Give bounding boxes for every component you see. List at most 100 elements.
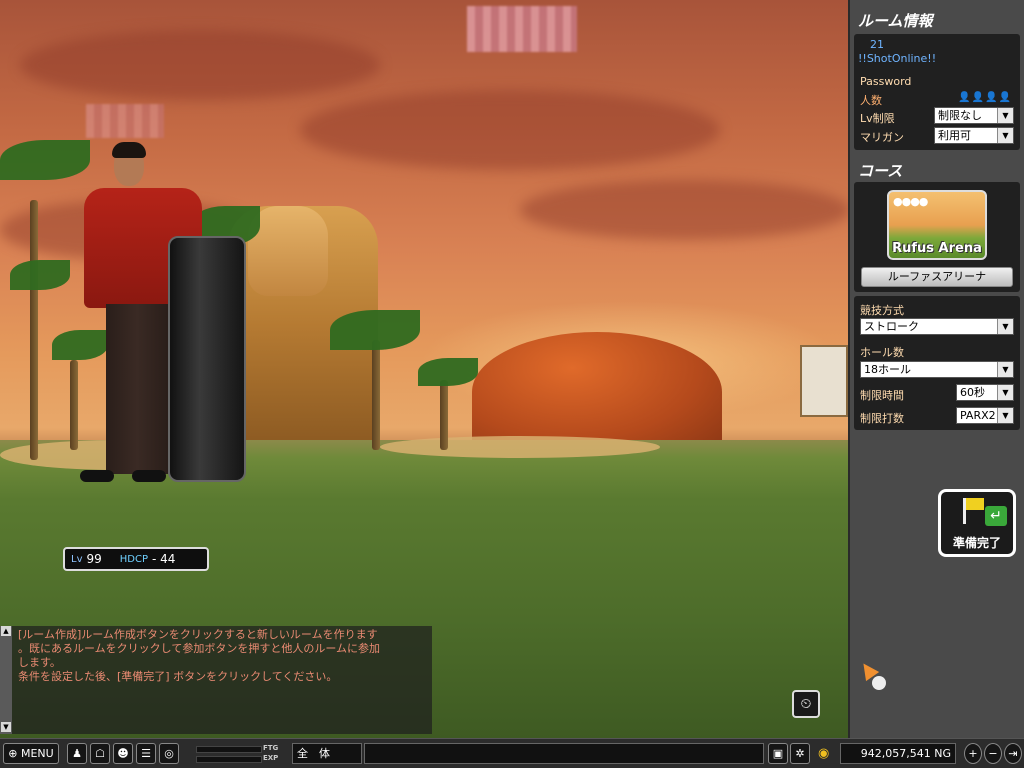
mode-select[interactable]: ストローク ▼ bbox=[860, 318, 1014, 335]
lv-limit-label: Lv制限 bbox=[860, 112, 895, 125]
chevron-down-icon[interactable]: ▼ bbox=[997, 128, 1013, 143]
mulligan-value: 利用可 bbox=[938, 129, 971, 142]
chat-scrollbar[interactable]: ▲ ▼ bbox=[0, 626, 12, 734]
players-label: 人数 bbox=[860, 94, 882, 107]
chevron-down-icon[interactable]: ▼ bbox=[997, 408, 1013, 423]
blurred-player-name bbox=[86, 104, 164, 138]
mulligan-label: マリガン bbox=[860, 131, 904, 144]
ready-button[interactable]: ↵ 準備完了 bbox=[938, 489, 1016, 557]
hdcp-label: HDCP bbox=[119, 553, 149, 565]
billboard bbox=[800, 345, 848, 417]
exp-label: EXP bbox=[263, 754, 279, 762]
sand-patch bbox=[380, 436, 660, 458]
level-hdcp-badge: Lv 99 HDCP - 44 bbox=[63, 547, 209, 571]
settings-box: 競技方式 ストローク ▼ ホール数 18ホール ▼ 制限時間 60秒 ▼ 制限打… bbox=[854, 296, 1020, 430]
money-unit: NG bbox=[934, 747, 951, 760]
fatigue-gauge bbox=[196, 746, 262, 753]
level-label: Lv bbox=[71, 553, 83, 565]
stroke-limit-value: PARX2 bbox=[960, 409, 996, 422]
chat-log: ▲ ▼ [ルーム作成]ルーム作成ボタンをクリックすると新しいルームを作ります 。… bbox=[0, 626, 432, 734]
difficulty-balls: ●●●● bbox=[893, 195, 928, 208]
chat-line: 条件を設定した後、[準備完了] ボタンをクリックしてください。 bbox=[18, 670, 338, 683]
chat-settings-icon[interactable]: ▣ bbox=[768, 743, 788, 764]
menu-button[interactable]: ⊕ MENU bbox=[3, 743, 59, 764]
lv-limit-value: 制限なし bbox=[938, 109, 982, 122]
chat-line: [ルーム作成]ルーム作成ボタンをクリックすると新しいルームを作ります bbox=[18, 628, 378, 641]
holes-label: ホール数 bbox=[860, 346, 904, 359]
room-info-box: 21 !!ShotOnline!! Password 人数 👤👤👤👤 Lv制限 … bbox=[854, 34, 1020, 150]
lv-limit-select[interactable]: 制限なし ▼ bbox=[934, 107, 1014, 124]
palm-trunk bbox=[372, 340, 380, 450]
hdcp-value: - 44 bbox=[152, 552, 176, 566]
zoom-out-icon[interactable]: − bbox=[984, 743, 1002, 764]
palm-leaves bbox=[10, 260, 70, 290]
character-icon[interactable]: ♟ bbox=[67, 743, 87, 764]
time-limit-label: 制限時間 bbox=[860, 389, 904, 402]
password-label: Password bbox=[860, 75, 912, 88]
chevron-down-icon[interactable]: ▼ bbox=[997, 385, 1013, 400]
mode-label: 競技方式 bbox=[860, 304, 904, 317]
room-name: !!ShotOnline!! bbox=[858, 52, 937, 65]
mulligan-select[interactable]: 利用可 ▼ bbox=[934, 127, 1014, 144]
shop-icon[interactable]: ☖ bbox=[90, 743, 110, 764]
palm-leaves bbox=[330, 310, 420, 350]
enter-icon: ↵ bbox=[985, 506, 1007, 526]
cloud bbox=[520, 180, 848, 240]
mountain bbox=[472, 332, 722, 452]
golf-ball-cursor-icon bbox=[872, 676, 886, 690]
room-info-title: ルーム情報 bbox=[858, 12, 933, 30]
cloud bbox=[20, 30, 380, 100]
room-panel: ルーム情報 21 !!ShotOnline!! Password 人数 👤👤👤👤… bbox=[848, 0, 1024, 738]
course-title: コース bbox=[858, 162, 903, 180]
golf-bag bbox=[168, 236, 246, 482]
palm-trunk bbox=[70, 360, 78, 450]
menu-label: MENU bbox=[20, 747, 54, 760]
sphinx-head bbox=[248, 206, 328, 296]
holes-value: 18ホール bbox=[864, 363, 911, 376]
gear-icon[interactable]: ✲ bbox=[790, 743, 810, 764]
time-limit-value: 60秒 bbox=[960, 386, 985, 399]
money-display: 942,057,541 NG bbox=[840, 743, 956, 764]
chat-messages: [ルーム作成]ルーム作成ボタンをクリックすると新しいルームを作ります 。既にある… bbox=[18, 628, 428, 684]
palm-leaves bbox=[418, 358, 478, 386]
palm-leaves bbox=[0, 140, 90, 180]
flag-cloth bbox=[966, 498, 984, 510]
chat-channel-select[interactable]: 全 体 bbox=[292, 743, 362, 764]
exit-icon[interactable]: ⇥ bbox=[1004, 743, 1022, 764]
chat-line: 。既にあるルームをクリックして参加ボタンを押すと他人のルームに参加 bbox=[18, 642, 381, 655]
chevron-down-icon[interactable]: ▼ bbox=[997, 319, 1013, 334]
friends-icon[interactable]: ☻ bbox=[113, 743, 133, 764]
exp-gauge bbox=[196, 756, 262, 763]
mode-value: ストローク bbox=[864, 320, 919, 333]
target-icon[interactable]: ◎ bbox=[159, 743, 179, 764]
holes-select[interactable]: 18ホール ▼ bbox=[860, 361, 1014, 378]
cloud bbox=[300, 90, 720, 170]
stroke-limit-select[interactable]: PARX2 ▼ bbox=[956, 407, 1014, 424]
chat-input[interactable] bbox=[364, 743, 764, 764]
chevron-down-icon[interactable]: ▼ bbox=[997, 108, 1013, 123]
ready-label: 準備完了 bbox=[952, 536, 1001, 550]
players-icon: 👤👤👤👤 bbox=[958, 92, 1012, 103]
ftg-label: FTG bbox=[263, 744, 279, 752]
time-limit-select[interactable]: 60秒 ▼ bbox=[956, 384, 1014, 401]
taskbar: ⊕ MENU ♟ ☖ ☻ ☰ ◎ FTG EXP 全 体 ▣ ✲ ◉ 942,0… bbox=[0, 738, 1024, 768]
room-number: 21 bbox=[870, 38, 884, 51]
scroll-down-icon[interactable]: ▼ bbox=[1, 722, 11, 732]
palm-trunk bbox=[30, 200, 38, 460]
money-value: 942,057,541 bbox=[860, 747, 931, 760]
course-thumbnail: ●●●● Rufus Arena bbox=[887, 190, 987, 260]
stroke-limit-label: 制限打数 bbox=[860, 412, 904, 425]
palm-trunk bbox=[440, 380, 448, 450]
course-select-button[interactable]: ルーファスアリーナ bbox=[861, 267, 1013, 287]
scroll-up-icon[interactable]: ▲ bbox=[1, 626, 11, 636]
blurred-player-name bbox=[467, 6, 577, 52]
menu-icon: ⊕ bbox=[8, 747, 18, 760]
coin-icon: ◉ bbox=[818, 746, 830, 761]
course-image-name: Rufus Arena bbox=[892, 241, 982, 256]
zoom-in-icon[interactable]: + bbox=[964, 743, 982, 764]
chat-line: します。 bbox=[18, 656, 61, 669]
list-icon[interactable]: ☰ bbox=[136, 743, 156, 764]
level-value: 99 bbox=[86, 552, 102, 566]
chevron-down-icon[interactable]: ▼ bbox=[997, 362, 1013, 377]
clock-icon[interactable]: ⏲ bbox=[792, 690, 820, 718]
